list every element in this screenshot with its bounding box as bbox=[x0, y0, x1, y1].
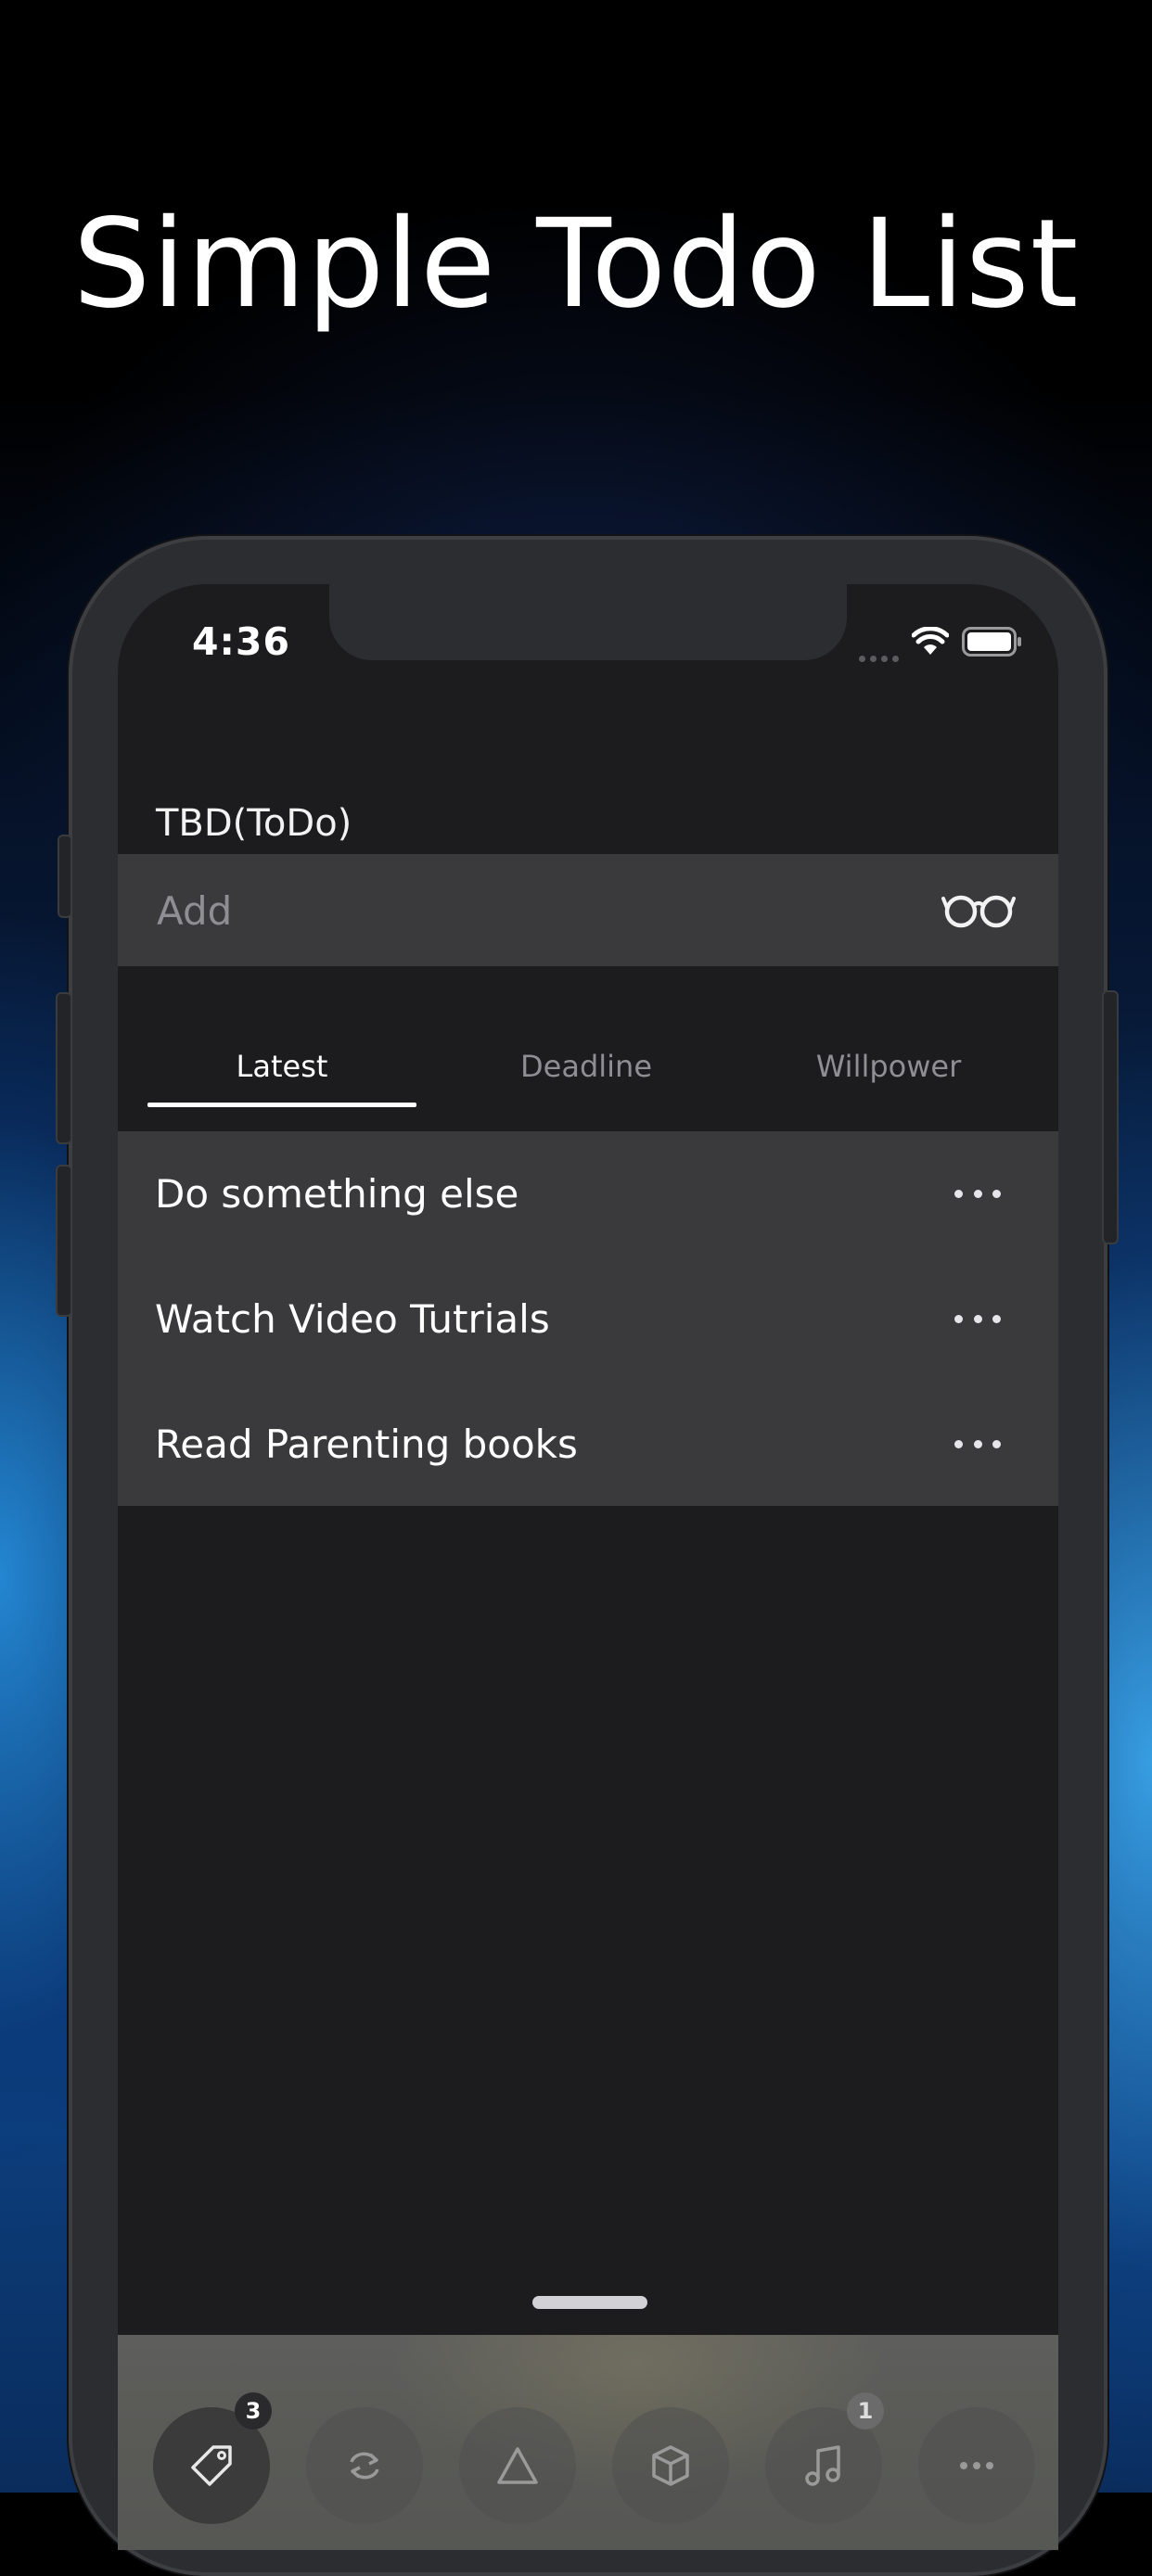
battery-icon bbox=[962, 627, 1023, 657]
tab-willpower[interactable]: Willpower bbox=[754, 1020, 1023, 1113]
volume-down-button bbox=[56, 1165, 72, 1317]
glasses-icon[interactable] bbox=[941, 889, 1016, 934]
todo-item[interactable]: Watch Video Tutrials bbox=[118, 1256, 1058, 1382]
more-options-icon[interactable] bbox=[954, 1303, 1001, 1334]
box-button[interactable] bbox=[612, 2407, 729, 2524]
list-section-title: TBD(ToDo) bbox=[156, 802, 352, 845]
music-note-icon bbox=[805, 2445, 840, 2486]
triangle-icon bbox=[497, 2447, 538, 2484]
sort-tabs: Latest Deadline Willpower bbox=[118, 1020, 1058, 1113]
more-options-icon[interactable] bbox=[954, 1178, 1001, 1209]
todo-item[interactable]: Do something else bbox=[118, 1131, 1058, 1256]
notch bbox=[329, 584, 847, 660]
add-todo-bar bbox=[118, 854, 1058, 968]
music-badge: 1 bbox=[847, 2392, 884, 2429]
triangle-button[interactable] bbox=[459, 2407, 576, 2524]
music-button[interactable]: 1 bbox=[765, 2392, 884, 2524]
app-screen: 4:36 TBD(ToDo) Add Latest Deadline Willp… bbox=[118, 584, 1058, 2550]
status-time: 4:36 bbox=[192, 619, 290, 664]
tag-badge: 3 bbox=[235, 2392, 272, 2429]
todo-item[interactable]: Read Parenting books bbox=[118, 1382, 1058, 1507]
repeat-button[interactable] bbox=[306, 2407, 423, 2524]
volume-up-button bbox=[56, 992, 72, 1144]
power-button bbox=[1102, 990, 1119, 1244]
silent-switch bbox=[58, 835, 72, 918]
active-tab-indicator bbox=[147, 1103, 416, 1107]
more-options-icon[interactable] bbox=[954, 1428, 1001, 1460]
todo-list: Do something else Watch Video Tutrials R… bbox=[118, 1131, 1058, 1506]
home-indicator[interactable] bbox=[532, 2296, 647, 2309]
todo-item-text: Watch Video Tutrials bbox=[155, 1296, 550, 1342]
tab-deadline[interactable]: Deadline bbox=[452, 1020, 721, 1113]
todo-item-text: Do something else bbox=[155, 1171, 519, 1217]
tag-button[interactable]: 3 bbox=[153, 2392, 272, 2524]
wifi-icon bbox=[912, 627, 949, 657]
tab-latest[interactable]: Latest bbox=[147, 1020, 416, 1113]
tag-icon bbox=[191, 2445, 232, 2486]
status-indicators bbox=[859, 625, 1023, 662]
cellular-signal-icon bbox=[859, 621, 899, 662]
repeat-icon bbox=[350, 2452, 379, 2480]
promo-headline: Simple Todo List bbox=[72, 193, 1080, 336]
more-icon bbox=[960, 2462, 993, 2469]
box-icon bbox=[652, 2445, 689, 2486]
more-toolbar-button[interactable] bbox=[918, 2407, 1035, 2524]
add-todo-input[interactable] bbox=[155, 854, 901, 968]
todo-item-text: Read Parenting books bbox=[155, 1422, 578, 1467]
bottom-toolbar: 3 1 bbox=[118, 2335, 1058, 2550]
